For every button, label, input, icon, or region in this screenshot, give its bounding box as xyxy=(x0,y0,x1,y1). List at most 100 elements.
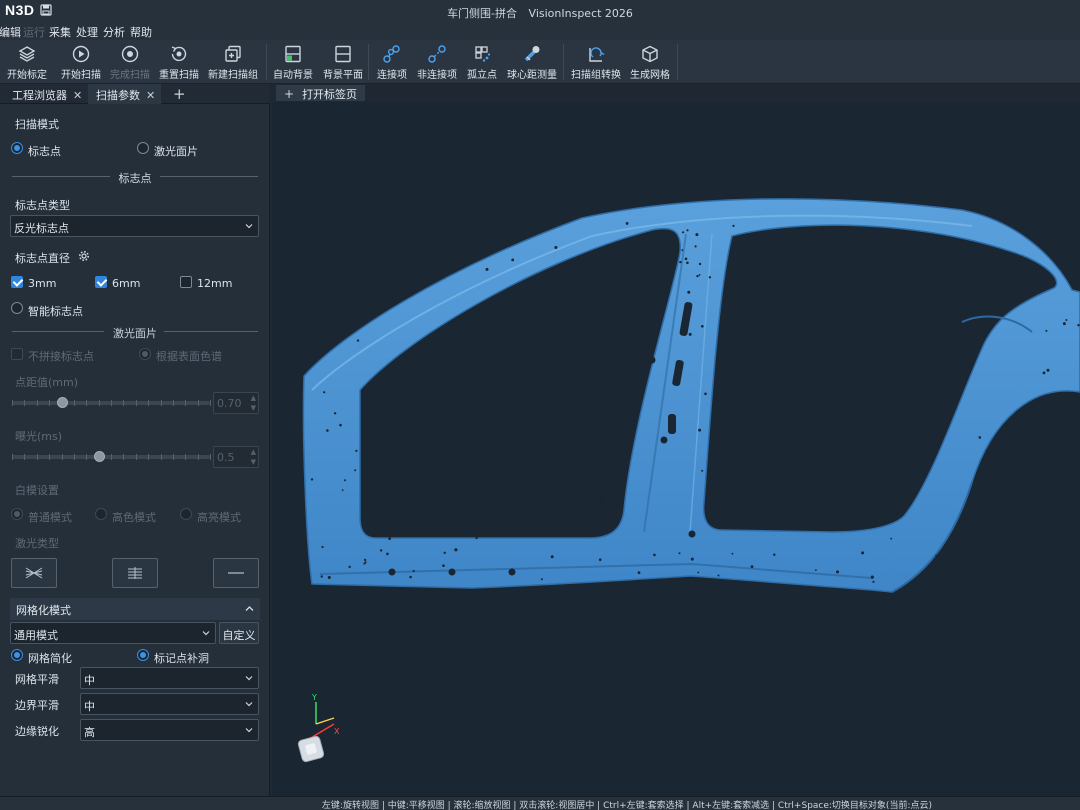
tab-scan-parameters[interactable]: 扫描参数 ✕ xyxy=(88,84,162,104)
boundary-smooth-select[interactable]: 中 xyxy=(80,693,259,715)
laser-type-parallel-button[interactable] xyxy=(112,558,158,588)
scan-mode-marker-radio[interactable] xyxy=(11,142,23,154)
scan-mode-marker-label: 标志点 xyxy=(28,145,61,158)
isolated-points-button[interactable]: 孤立点 xyxy=(462,42,502,82)
background-plane-button[interactable]: 背景平面 xyxy=(320,42,366,82)
disconnected-items-button[interactable]: 非连接项 xyxy=(414,42,460,82)
tab-open-page[interactable]: + 打开标签页 xyxy=(276,85,366,101)
menu-analyze[interactable]: 分析 xyxy=(103,24,125,40)
exposure-slider[interactable] xyxy=(12,450,211,464)
gear-icon[interactable] xyxy=(78,250,90,262)
marker-dot xyxy=(637,571,641,574)
spin-down-icon: ▼ xyxy=(250,404,256,412)
smart-marker-label: 智能标志点 xyxy=(28,305,83,318)
no-marker-stitch-label: 不拼接标志点 xyxy=(28,350,94,363)
marker-dot xyxy=(412,569,415,573)
marker-dot xyxy=(696,274,699,278)
plus-icon: + xyxy=(284,87,295,101)
slider-tick xyxy=(123,400,124,406)
marker-dot xyxy=(454,548,458,552)
isolated-points-icon xyxy=(475,46,491,62)
marker-dot xyxy=(409,575,412,579)
high-color-mode-label: 高色模式 xyxy=(112,511,156,524)
marker-hole-fill-label: 标记点补洞 xyxy=(154,652,209,665)
no-marker-stitch-checkbox xyxy=(11,348,23,360)
calibrate-icon xyxy=(18,46,36,62)
mesh-simplify-radio[interactable] xyxy=(11,649,23,661)
marker-dot xyxy=(540,578,543,581)
marker-dot xyxy=(983,552,986,555)
mesh-mode-select[interactable]: 通用模式 xyxy=(10,622,216,644)
diameter-3mm-checkbox[interactable] xyxy=(11,276,23,288)
marker-dot xyxy=(704,392,707,396)
marker-dot xyxy=(1017,573,1021,577)
menu-edit[interactable]: 编辑 xyxy=(0,24,21,40)
scan-group-convert-button[interactable]: 扫描组转换 xyxy=(568,42,624,82)
marker-dot xyxy=(653,553,656,557)
add-tab-icon[interactable]: + xyxy=(173,84,186,104)
status-bar: 左键:旋转视图 | 中键:平移视图 | 滚轮:缩放视图 | 双击滚轮:视图居中 … xyxy=(0,796,1080,810)
marker-dot xyxy=(554,246,558,249)
close-icon[interactable]: ✕ xyxy=(73,89,82,102)
diameter-12mm-checkbox[interactable] xyxy=(180,276,192,288)
marker-dot xyxy=(684,257,688,261)
laser-section-divider: 激光面片 xyxy=(12,325,258,340)
laser-type-single-button[interactable] xyxy=(213,558,259,588)
marker-dot xyxy=(386,552,389,556)
smart-marker-radio[interactable] xyxy=(11,302,23,314)
marker-dot xyxy=(861,551,865,555)
tab-project-browser[interactable]: 工程浏览器 ✕ xyxy=(4,84,88,104)
connected-items-button[interactable]: 连接项 xyxy=(372,42,412,82)
slider-tick xyxy=(37,454,38,460)
toolbar-separator xyxy=(677,44,678,80)
mounting-hole xyxy=(508,568,516,576)
marker-dot xyxy=(989,445,993,449)
auto-background-button[interactable]: 自动背景 xyxy=(270,42,316,82)
menu-help[interactable]: 帮助 xyxy=(130,24,152,40)
title-bar: N3D 车门侧围-拼合 VisionInspect 2026 xyxy=(0,0,1080,22)
laser-type-label: 激光类型 xyxy=(15,537,59,550)
stop-icon xyxy=(121,45,139,63)
marker-hole-fill-radio[interactable] xyxy=(137,649,149,661)
menu-capture[interactable]: 采集 xyxy=(49,24,71,40)
start-scan-button[interactable]: 开始扫描 xyxy=(56,42,106,82)
slider-tick xyxy=(210,400,211,406)
exposure-spinbox: 0.5 ▲ ▼ xyxy=(213,446,259,468)
menu-process[interactable]: 处理 xyxy=(76,24,98,40)
point-spacing-slider[interactable] xyxy=(12,396,211,410)
cross-laser-icon xyxy=(25,567,43,579)
marker-dot xyxy=(750,565,754,568)
laser-type-cross-button[interactable] xyxy=(11,558,57,588)
disconnect-icon xyxy=(428,45,446,63)
diameter-6mm-checkbox[interactable] xyxy=(95,276,107,288)
spin-up-icon: ▲ xyxy=(250,394,256,402)
custom-mesh-button[interactable]: 自定义 xyxy=(219,622,259,644)
product-name: VisionInspect 2026 xyxy=(528,7,633,20)
highlight-mode-radio xyxy=(180,508,192,520)
mesh-smooth-select[interactable]: 中 xyxy=(80,667,259,689)
reset-scan-button[interactable]: 重置扫描 xyxy=(156,42,202,82)
menu-run: 运行 xyxy=(23,26,45,39)
scan-mode-laser-radio[interactable] xyxy=(137,142,149,154)
marker-dot xyxy=(997,512,1000,515)
slider-tick xyxy=(37,400,38,406)
close-icon[interactable]: ✕ xyxy=(146,89,155,102)
point-spacing-label: 点距值(mm) xyxy=(15,376,79,389)
sphere-distance-measure-button[interactable]: 球心距测量 xyxy=(504,42,560,82)
marker-dot xyxy=(339,423,342,427)
marker-type-select[interactable]: 反光标志点 xyxy=(10,215,259,237)
diameter-12mm-label: 12mm xyxy=(197,277,233,290)
mesh-mode-section-header[interactable]: 网格化模式 xyxy=(10,598,260,620)
edge-sharpen-select[interactable]: 高 xyxy=(80,719,259,741)
start-calibration-button[interactable]: 开始标定 xyxy=(2,42,52,82)
slider-handle[interactable] xyxy=(94,451,105,462)
slider-tick xyxy=(49,400,50,406)
marker-dot xyxy=(355,449,358,452)
generate-mesh-button[interactable]: 生成网格 xyxy=(626,42,674,82)
3d-viewport[interactable]: Y X xyxy=(272,102,1080,796)
slider-handle[interactable] xyxy=(57,397,68,408)
new-scan-group-button[interactable]: 新建扫描组 xyxy=(205,42,261,82)
slider-tick xyxy=(99,400,100,406)
marker-dot xyxy=(1032,495,1036,499)
slider-tick xyxy=(24,400,25,406)
